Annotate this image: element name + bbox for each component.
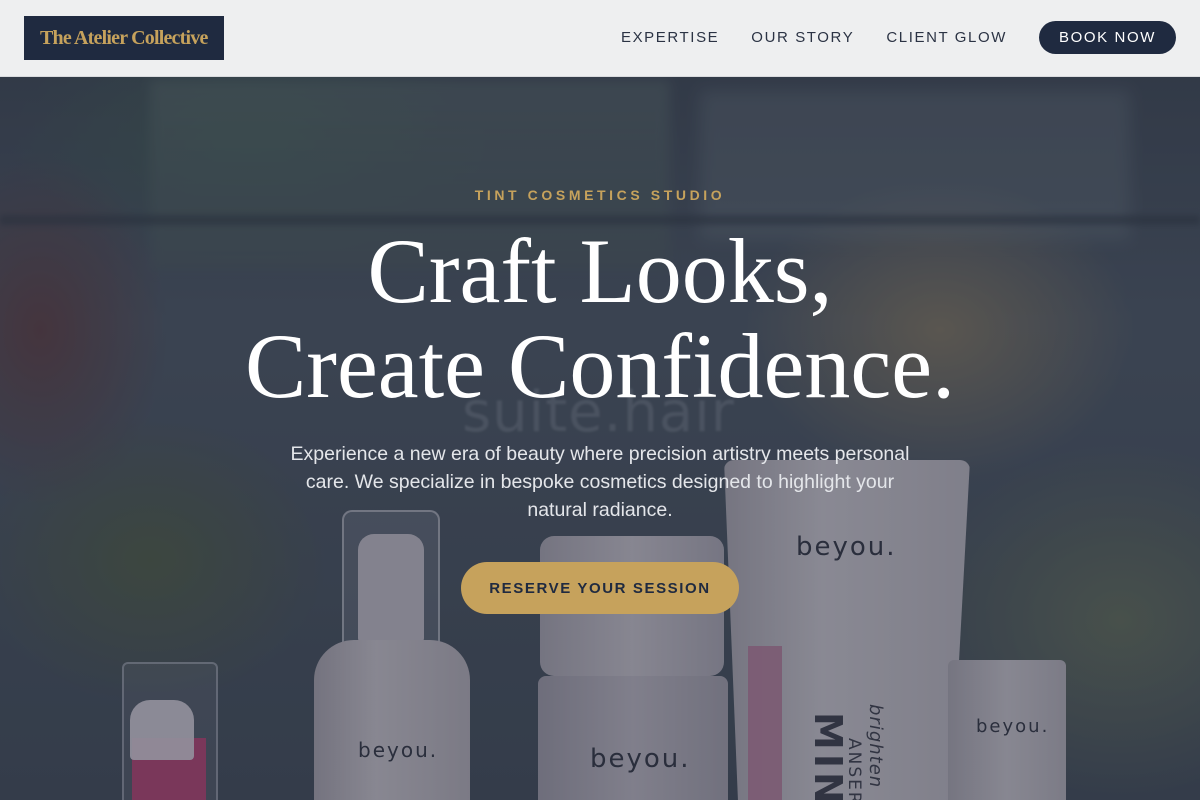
hero-eyebrow: TINT COSMETICS STUDIO (474, 187, 726, 203)
reserve-session-button[interactable]: RESERVE YOUR SESSION (461, 562, 739, 614)
hero-content: TINT COSMETICS STUDIO Craft Looks, Creat… (0, 0, 1200, 800)
hero-headline-line-2: Create Confidence. (244, 315, 956, 417)
hero-headline-line-1: Craft Looks, (367, 220, 833, 322)
hero-headline: Craft Looks, Create Confidence. (0, 224, 1200, 414)
hero-description: Experience a new era of beauty where pre… (290, 443, 910, 521)
